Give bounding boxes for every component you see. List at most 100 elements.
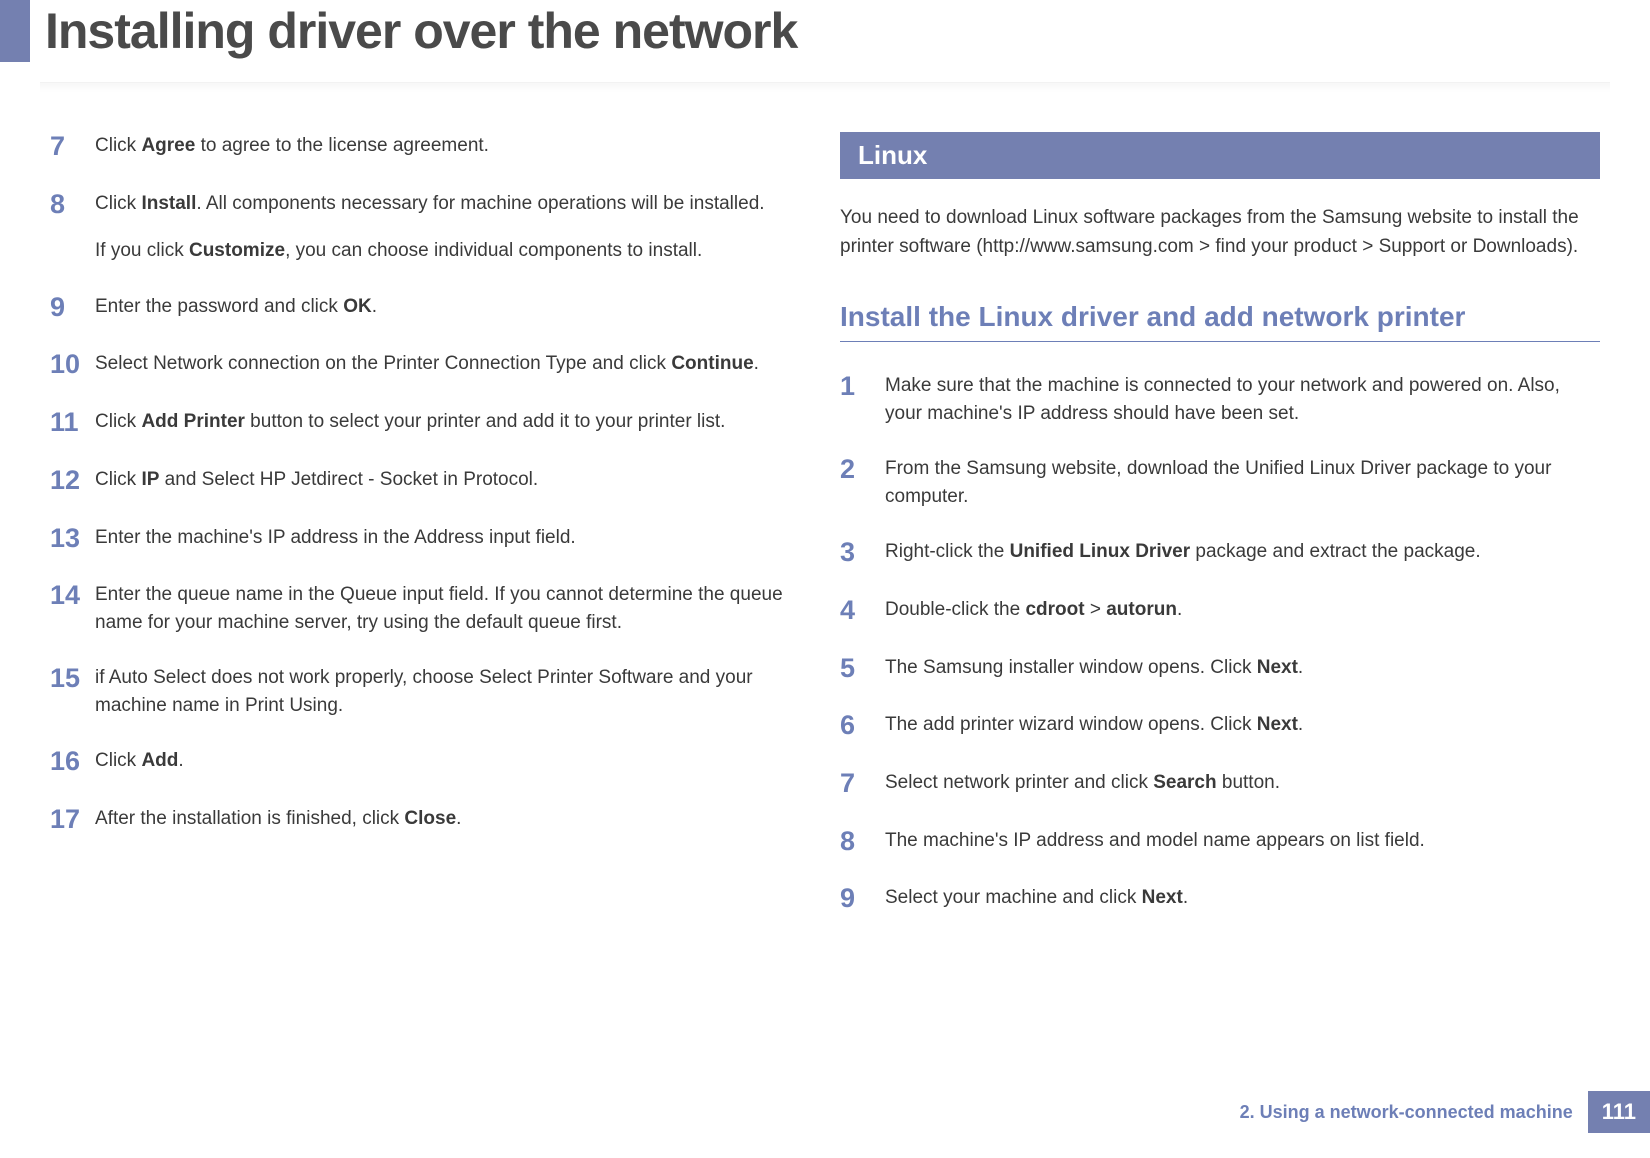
header-accent-bar bbox=[0, 0, 30, 62]
plain-text: . bbox=[1177, 599, 1182, 620]
plain-text: Click bbox=[95, 750, 141, 771]
plain-text: . bbox=[456, 808, 461, 829]
plain-text: Select your machine and click bbox=[885, 887, 1142, 908]
step-number: 14 bbox=[50, 581, 95, 611]
plain-text: button to select your printer and add it… bbox=[245, 411, 726, 432]
step-text: if Auto Select does not work properly, c… bbox=[95, 664, 810, 719]
plain-text: . bbox=[1298, 657, 1303, 678]
bold-text: Next bbox=[1257, 657, 1298, 678]
plain-text: If you click bbox=[95, 240, 189, 261]
plain-text: if Auto Select does not work properly, c… bbox=[95, 667, 753, 716]
step-text: Enter the machine's IP address in the Ad… bbox=[95, 524, 810, 552]
plain-text: Enter the machine's IP address in the Ad… bbox=[95, 527, 576, 548]
bold-text: Next bbox=[1142, 887, 1183, 908]
step-number: 6 bbox=[840, 711, 885, 741]
instruction-step: 12Click IP and Select HP Jetdirect - Soc… bbox=[50, 466, 810, 496]
step-text: The machine's IP address and model name … bbox=[885, 827, 1600, 855]
left-column: 7Click Agree to agree to the license agr… bbox=[50, 132, 810, 942]
step-number: 9 bbox=[50, 293, 95, 323]
plain-text: Click bbox=[95, 469, 141, 490]
plain-text: The add printer wizard window opens. Cli… bbox=[885, 714, 1257, 735]
plain-text: The machine's IP address and model name … bbox=[885, 830, 1425, 851]
plain-text: . bbox=[1183, 887, 1188, 908]
step-number: 7 bbox=[840, 769, 885, 799]
bold-text: Add bbox=[141, 750, 178, 771]
step-text: Click Add. bbox=[95, 747, 810, 775]
plain-text: Click bbox=[95, 135, 141, 156]
instruction-step: 7Click Agree to agree to the license agr… bbox=[50, 132, 810, 162]
step-number: 16 bbox=[50, 747, 95, 777]
step-number: 3 bbox=[840, 538, 885, 568]
right-column: Linux You need to download Linux software… bbox=[840, 132, 1600, 942]
step-number: 8 bbox=[840, 827, 885, 857]
page-header: Installing driver over the network bbox=[0, 0, 1650, 62]
bold-text: Next bbox=[1257, 714, 1298, 735]
instruction-step: 9Select your machine and click Next. bbox=[840, 884, 1600, 914]
instruction-step: 5The Samsung installer window opens. Cli… bbox=[840, 654, 1600, 684]
step-text: The add printer wizard window opens. Cli… bbox=[885, 711, 1600, 739]
instruction-step: 11 Click Add Printer button to select yo… bbox=[50, 408, 810, 438]
step-text: Right-click the Unified Linux Driver pac… bbox=[885, 538, 1600, 566]
plain-text: Click bbox=[95, 193, 141, 214]
plain-text: Select network printer and click bbox=[885, 772, 1153, 793]
step-text: Make sure that the machine is connected … bbox=[885, 372, 1600, 427]
page-title: Installing driver over the network bbox=[30, 2, 797, 60]
plain-text: Right-click the bbox=[885, 541, 1010, 562]
instruction-step: 4Double-click the cdroot > autorun. bbox=[840, 596, 1600, 626]
step-text: Click Install. All components necessary … bbox=[95, 190, 810, 265]
step-text: Click Add Printer button to select your … bbox=[95, 408, 810, 436]
instruction-step: 14Enter the queue name in the Queue inpu… bbox=[50, 581, 810, 636]
plain-text: and Select HP Jetdirect - Socket in Prot… bbox=[159, 469, 538, 490]
footer-page-number: 111 bbox=[1588, 1091, 1650, 1133]
instruction-step: 17After the installation is finished, cl… bbox=[50, 805, 810, 835]
plain-text: , you can choose individual components t… bbox=[285, 240, 702, 261]
step-number: 17 bbox=[50, 805, 95, 835]
step-number: 4 bbox=[840, 596, 885, 626]
bold-text: OK bbox=[343, 296, 372, 317]
plain-text: . bbox=[1298, 714, 1303, 735]
plain-text: . All components necessary for machine o… bbox=[196, 193, 764, 214]
instruction-step: 1Make sure that the machine is connected… bbox=[840, 372, 1600, 427]
plain-text: The Samsung installer window opens. Clic… bbox=[885, 657, 1257, 678]
plain-text: Make sure that the machine is connected … bbox=[885, 375, 1560, 424]
instruction-step: 9Enter the password and click OK. bbox=[50, 293, 810, 323]
footer-chapter: 2. Using a network-connected machine bbox=[1240, 1102, 1588, 1123]
subsection-header: Install the Linux driver and add network… bbox=[840, 301, 1600, 342]
plain-text: to agree to the license agreement. bbox=[195, 135, 489, 156]
bold-text: IP bbox=[141, 469, 159, 490]
bold-text: Unified Linux Driver bbox=[1010, 541, 1191, 562]
step-number: 13 bbox=[50, 524, 95, 554]
step-number: 5 bbox=[840, 654, 885, 684]
instruction-step: 2From the Samsung website, download the … bbox=[840, 455, 1600, 510]
step-text: The Samsung installer window opens. Clic… bbox=[885, 654, 1600, 682]
bold-text: Add Printer bbox=[141, 411, 244, 432]
instruction-step: 3Right-click the Unified Linux Driver pa… bbox=[840, 538, 1600, 568]
header-divider bbox=[40, 82, 1610, 92]
section-intro: You need to download Linux software pack… bbox=[840, 204, 1600, 261]
bold-text: Agree bbox=[141, 135, 195, 156]
plain-text: . bbox=[372, 296, 377, 317]
section-header: Linux bbox=[840, 132, 1600, 179]
bold-text: Close bbox=[404, 808, 456, 829]
instruction-step: 13Enter the machine's IP address in the … bbox=[50, 524, 810, 554]
step-text: Enter the queue name in the Queue input … bbox=[95, 581, 810, 636]
bold-text: Search bbox=[1153, 772, 1216, 793]
step-number: 15 bbox=[50, 664, 95, 694]
plain-text: > bbox=[1085, 599, 1107, 620]
page-footer: 2. Using a network-connected machine 111 bbox=[1240, 1091, 1650, 1133]
instruction-step: 15if Auto Select does not work properly,… bbox=[50, 664, 810, 719]
bold-text: Customize bbox=[189, 240, 285, 261]
step-number: 9 bbox=[840, 884, 885, 914]
step-text: Select Network connection on the Printer… bbox=[95, 350, 810, 378]
instruction-step: 6The add printer wizard window opens. Cl… bbox=[840, 711, 1600, 741]
plain-text: Enter the password and click bbox=[95, 296, 343, 317]
step-number: 10 bbox=[50, 350, 95, 380]
step-text: After the installation is finished, clic… bbox=[95, 805, 810, 833]
bold-text: Install bbox=[141, 193, 196, 214]
bold-text: autorun bbox=[1106, 599, 1177, 620]
step-number: 12 bbox=[50, 466, 95, 496]
plain-text: Click bbox=[95, 411, 141, 432]
instruction-step: 7Select network printer and click Search… bbox=[840, 769, 1600, 799]
instruction-step: 16Click Add. bbox=[50, 747, 810, 777]
step-number: 1 bbox=[840, 372, 885, 402]
